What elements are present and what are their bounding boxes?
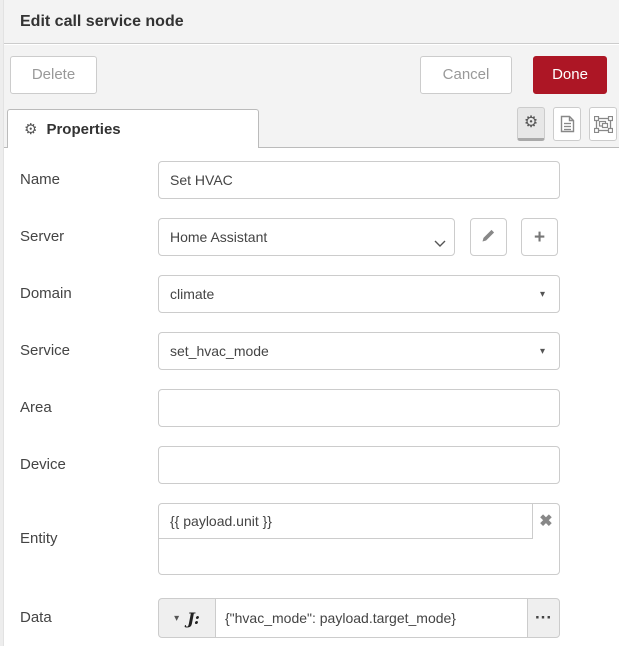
area-input[interactable] [158,389,560,427]
server-select[interactable]: Home Assistant [158,218,455,256]
data-type-selector[interactable]: ▾ J: [159,599,215,637]
data-typed-input: ▾ J: ··· [158,598,560,638]
entity-list-empty-row [159,540,559,574]
domain-label: Domain [20,275,72,313]
remove-entity-button[interactable]: ✖ [532,504,559,539]
device-input[interactable] [158,446,560,484]
service-label: Service [20,332,70,370]
plus-icon: + [534,228,545,247]
gear-icon: ⚙ [24,122,37,137]
data-input[interactable] [216,599,527,637]
domain-input[interactable] [158,275,560,313]
cancel-button[interactable]: Cancel [420,56,512,94]
description-tab-button[interactable] [553,107,581,141]
edit-call-service-node-dialog: Edit call service node Delete Cancel Don… [0,0,619,646]
delete-button[interactable]: Delete [10,56,97,94]
entity-label: Entity [20,503,58,575]
file-text-icon [560,115,575,133]
data-label: Data [20,598,52,638]
service-input[interactable] [158,332,560,370]
edit-server-button[interactable] [470,218,507,256]
name-input[interactable] [158,161,560,199]
appearance-tab-button[interactable] [589,107,617,141]
entity-list-row: ✖ [159,504,559,539]
dialog-header: Edit call service node [0,0,619,44]
area-label: Area [20,389,52,427]
entity-input[interactable] [159,504,532,538]
jsonata-expression-icon: J: [187,609,200,628]
editor-tab-bar: ⚙ Properties ⚙ [0,97,619,148]
dialog-toolbar: Delete Cancel Done [0,45,619,97]
ellipsis-icon: ··· [535,608,552,627]
properties-form: Name Server Home Assistant + Domain ▾ Se… [0,148,619,646]
server-label: Server [20,218,64,256]
data-input-wrap [215,599,528,637]
caret-down-icon: ▾ [174,613,179,624]
tab-properties[interactable]: ⚙ Properties [7,109,259,148]
expand-expression-button[interactable]: ··· [528,599,559,637]
properties-tab-button[interactable]: ⚙ [517,107,545,141]
dialog-left-edge [0,0,4,646]
close-icon: ✖ [539,513,552,530]
server-select-value: Home Assistant [170,229,267,245]
entity-list: ✖ [158,503,560,575]
pencil-icon [481,228,496,246]
tab-properties-label: Properties [46,121,120,138]
gear-icon: ⚙ [524,115,538,131]
object-group-icon [594,116,613,133]
name-label: Name [20,161,60,199]
done-button[interactable]: Done [533,56,607,94]
dialog-title: Edit call service node [20,0,184,43]
add-server-button[interactable]: + [521,218,558,256]
device-label: Device [20,446,66,484]
